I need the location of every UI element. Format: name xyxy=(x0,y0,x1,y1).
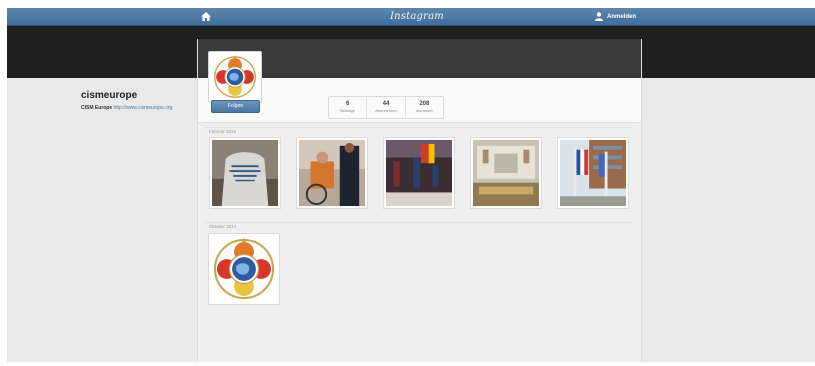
stat-followers[interactable]: 44 Abonnenten xyxy=(367,97,406,118)
user-icon xyxy=(595,12,603,21)
photo-tshirt xyxy=(212,140,278,206)
stat-posts[interactable]: 6 Beiträge xyxy=(329,97,368,118)
bio-website-link[interactable]: http://www.cismeurope.org xyxy=(114,105,173,111)
photo-tile[interactable] xyxy=(296,137,368,209)
follow-button[interactable]: Folgen xyxy=(211,100,260,113)
photo-tile[interactable] xyxy=(383,137,455,209)
section-month: Oktober 2014 xyxy=(209,224,237,229)
section-divider xyxy=(205,127,632,128)
login-link[interactable]: Anmelden xyxy=(595,8,636,25)
section-month: Februar 2015 xyxy=(209,129,237,134)
top-navigation-bar: Instagram Anmelden xyxy=(7,8,815,26)
stat-label: Beiträge xyxy=(340,108,356,113)
instagram-logo[interactable]: Instagram xyxy=(367,8,467,25)
stat-value: 208 xyxy=(419,101,430,107)
profile-avatar[interactable] xyxy=(208,51,262,103)
home-button[interactable] xyxy=(197,8,215,25)
photo-tile[interactable] xyxy=(557,137,629,209)
photo-tile[interactable] xyxy=(209,137,281,209)
stat-value: 44 xyxy=(382,101,390,107)
photo-building-exhibit xyxy=(473,140,539,206)
profile-stats: 6 Beiträge 44 Abonnenten 208 abonniert xyxy=(328,96,444,119)
stat-label: abonniert xyxy=(415,108,433,113)
photo-flags xyxy=(560,140,626,206)
cism-emblem-icon xyxy=(214,54,256,98)
profile-username: cismeurope xyxy=(81,90,138,101)
photo-cism-emblem xyxy=(211,236,277,302)
stat-value: 6 xyxy=(345,101,350,107)
stat-following[interactable]: 208 abonniert xyxy=(406,97,443,118)
profile-cover xyxy=(198,39,641,78)
home-icon xyxy=(201,12,211,21)
photo-tile[interactable] xyxy=(208,233,280,305)
section-divider xyxy=(205,222,632,223)
profile-bio: CISM Europe http://www.cismeurope.org xyxy=(81,105,172,111)
photo-wheelchair-athlete xyxy=(299,140,365,206)
photo-tile[interactable] xyxy=(470,137,542,209)
stat-label: Abonnenten xyxy=(375,108,397,113)
bio-name: CISM Europe xyxy=(81,105,113,111)
login-label: Anmelden xyxy=(607,13,637,20)
browser-viewport: Instagram Anmelden Folgen cismeurope CIS… xyxy=(7,8,815,362)
photo-podium-ceremony xyxy=(386,140,452,206)
